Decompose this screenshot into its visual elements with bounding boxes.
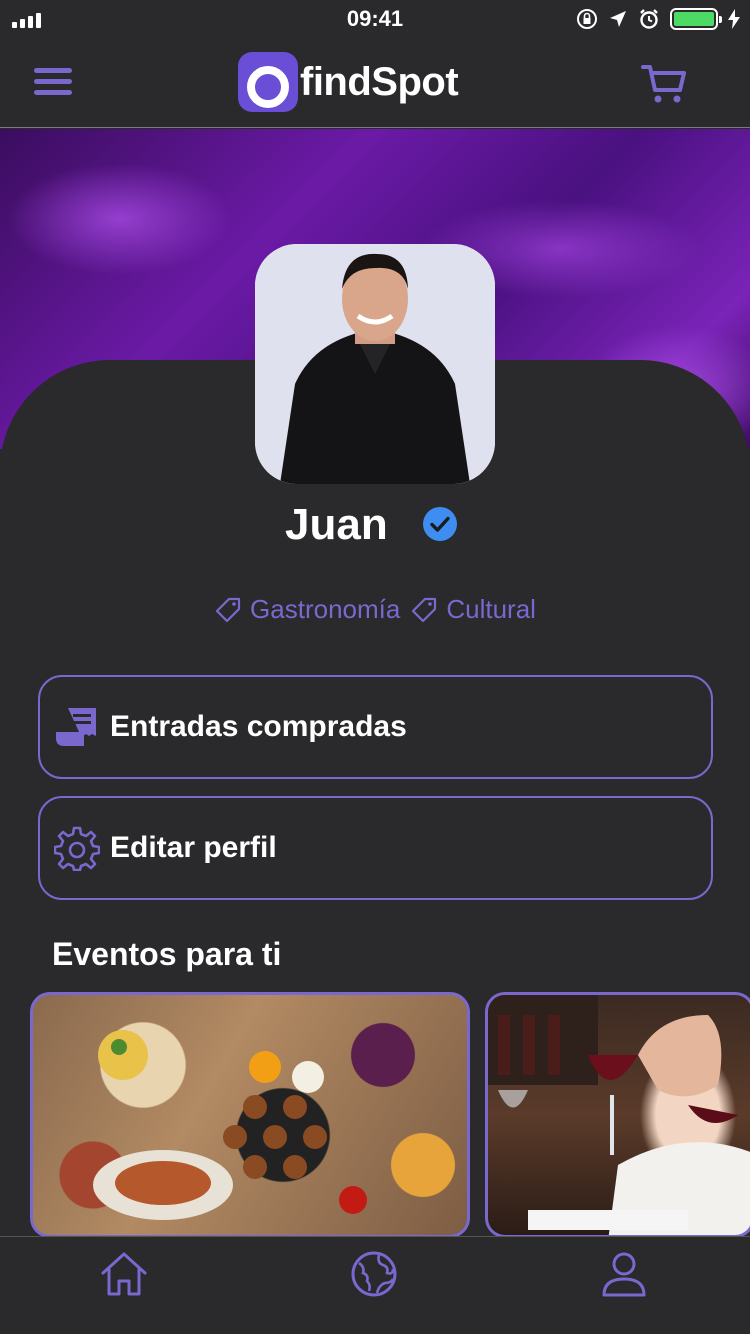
verified-badge-icon [423, 507, 457, 541]
app-logo[interactable]: findSpot [238, 52, 459, 112]
tag-gastronomia[interactable]: Gastronomía [214, 594, 400, 625]
cart-button[interactable] [640, 62, 688, 106]
app-name: findSpot [300, 59, 459, 104]
gear-icon [54, 826, 100, 871]
alarm-icon [640, 9, 658, 29]
event-image [488, 995, 750, 1235]
events-section-title: Eventos para ti [52, 936, 282, 972]
ticket-icon [56, 708, 96, 746]
menu-button[interactable] [34, 68, 72, 98]
logo-icon [238, 52, 298, 112]
event-card-gastronomy[interactable] [30, 992, 470, 1238]
tab-explore[interactable] [349, 1249, 399, 1299]
tag-label: Gastronomía [250, 594, 401, 624]
tag-label: Cultural [446, 594, 536, 624]
app-header: findSpot [0, 40, 750, 128]
event-card-wine[interactable] [485, 992, 750, 1238]
avatar[interactable] [255, 244, 495, 484]
purchased-tickets-button[interactable]: Entradas compradas [38, 675, 713, 779]
charging-icon [728, 9, 740, 29]
rotation-lock-icon [577, 9, 597, 29]
action-label: Editar perfil [110, 831, 277, 864]
tag-cultural[interactable]: Cultural [410, 594, 536, 625]
tab-bar [0, 1236, 750, 1334]
interest-tags: Gastronomía Cultural [0, 594, 750, 625]
profile-name: Juan [285, 500, 388, 549]
location-icon [610, 11, 626, 27]
avatar-photo [255, 244, 495, 484]
tag-icon [215, 597, 241, 622]
tab-home[interactable] [99, 1249, 149, 1299]
status-icons [576, 8, 740, 30]
cart-icon [641, 65, 686, 103]
tab-profile[interactable] [599, 1249, 649, 1299]
tag-icon [412, 597, 437, 622]
user-icon [602, 1252, 646, 1297]
edit-profile-button[interactable]: Editar perfil [38, 796, 713, 900]
home-icon [101, 1252, 147, 1296]
globe-icon [351, 1251, 397, 1297]
status-bar: 09:41 [0, 0, 750, 40]
battery-icon [670, 8, 722, 30]
menu-icon [34, 68, 72, 73]
action-label: Entradas compradas [110, 710, 407, 743]
event-image [93, 1030, 367, 1220]
